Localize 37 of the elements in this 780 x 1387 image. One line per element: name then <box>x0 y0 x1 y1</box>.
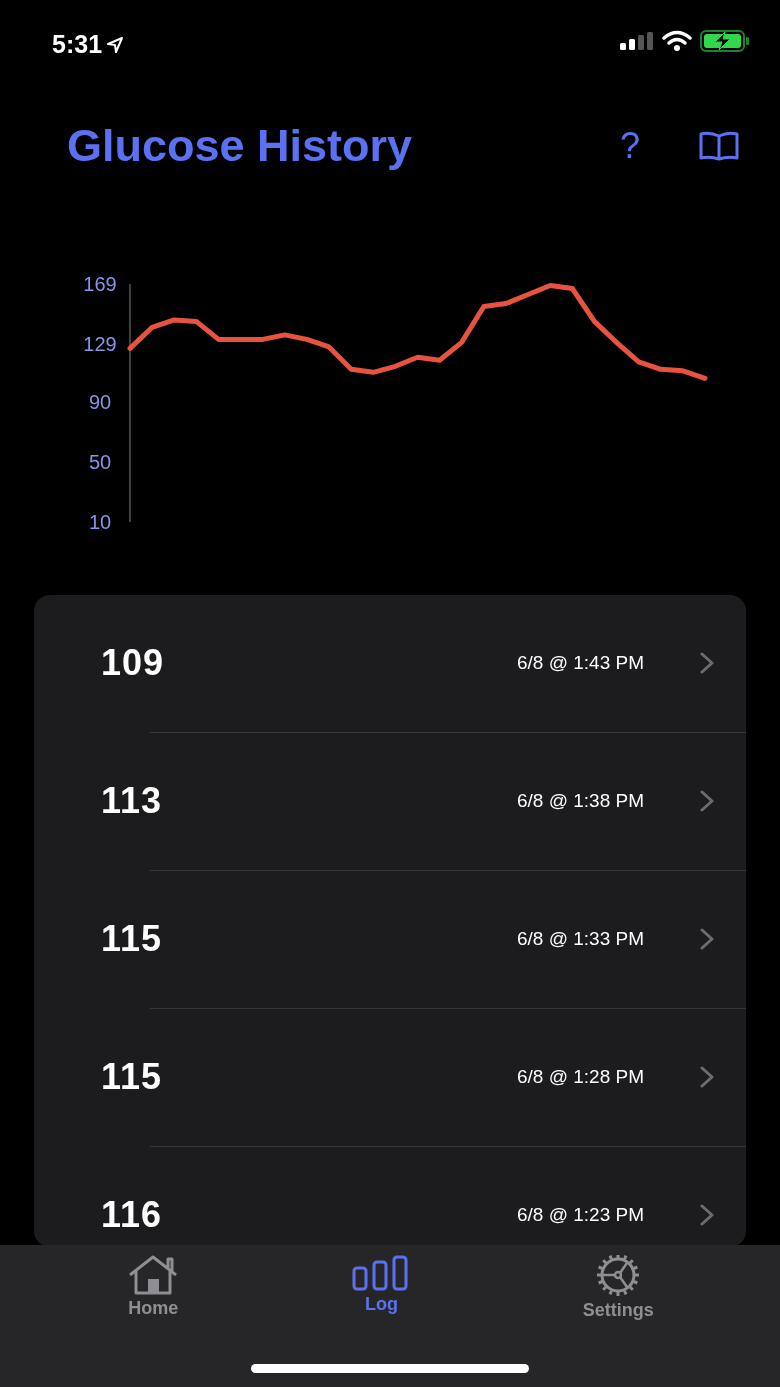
tab-button[interactable]: Log <box>332 1255 431 1325</box>
y-tick-label: 169 <box>83 273 117 295</box>
y-tick-label: 50 <box>88 451 112 474</box>
y-tick-label: 90 <box>88 391 112 414</box>
chevron-right-icon <box>700 928 714 950</box>
chevron-right-icon <box>700 790 714 812</box>
chevron-right-icon <box>700 1066 714 1088</box>
reading-time: 6/8 @ 1:33 PM <box>516 926 644 951</box>
chevron-right-icon <box>700 1204 714 1226</box>
reading-time: 6/8 @ 1:28 PM <box>516 1064 644 1089</box>
reading-row[interactable]: 113 6/8 @ 1:38 PM <box>34 733 746 870</box>
chevron-right-icon <box>700 652 714 674</box>
reading-time: 6/8 @ 1:38 PM <box>516 788 644 813</box>
tab-button[interactable]: Settings <box>562 1255 674 1325</box>
reading-row[interactable]: 116 6/8 @ 1:23 PM <box>34 1147 746 1247</box>
help-button[interactable]: ? <box>619 128 640 164</box>
reading-row[interactable]: 115 6/8 @ 1:28 PM <box>34 1009 746 1146</box>
reading-value: 109 <box>101 641 166 685</box>
reading-value: 113 <box>101 779 164 823</box>
page-title: Glucose History <box>67 119 414 173</box>
tab-button[interactable]: Home <box>106 1255 201 1325</box>
reading-time: 6/8 @ 1:43 PM <box>516 650 644 675</box>
reading-row[interactable]: 109 6/8 @ 1:43 PM <box>34 595 746 732</box>
book-icon[interactable] <box>698 131 740 161</box>
y-tick-label: 10 <box>88 511 112 533</box>
status-time: 5:31 <box>52 29 103 60</box>
reading-value: 115 <box>101 1055 164 1099</box>
reading-value: 115 <box>101 917 164 961</box>
signal-icon <box>620 32 654 50</box>
battery-charging-icon <box>700 30 750 52</box>
bar-chart-icon <box>352 1255 411 1291</box>
reading-value: 116 <box>101 1193 164 1237</box>
y-tick-label: 129 <box>83 332 117 355</box>
location-arrow-icon <box>106 35 125 54</box>
reading-row[interactable]: 115 6/8 @ 1:33 PM <box>34 871 746 1008</box>
wifi-icon <box>662 30 692 52</box>
reading-time: 6/8 @ 1:23 PM <box>516 1202 644 1227</box>
